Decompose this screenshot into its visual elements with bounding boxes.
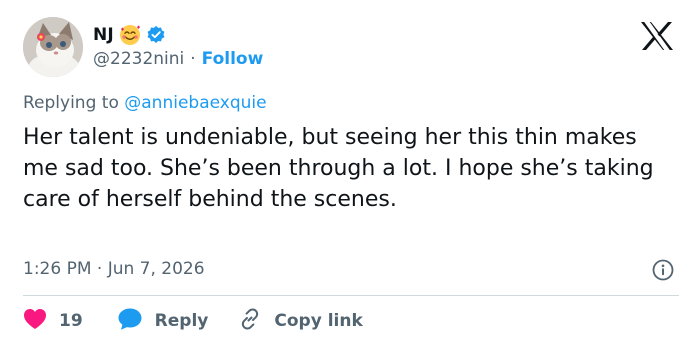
- info-icon[interactable]: [652, 259, 674, 281]
- avatar-image: [23, 17, 83, 77]
- follow-button[interactable]: Follow: [202, 48, 264, 70]
- heart-icon: [23, 308, 47, 335]
- like-count: 19: [59, 311, 83, 331]
- x-logo-icon[interactable]: [640, 21, 674, 51]
- tweet-text: Her talent is undeniable, but seeing her…: [23, 125, 654, 212]
- like-button[interactable]: 19: [23, 308, 83, 335]
- reply-context-prefix: Replying to: [23, 93, 119, 113]
- link-icon: [238, 307, 262, 336]
- reply-bubble-icon: [117, 307, 143, 336]
- reply-button[interactable]: Reply: [117, 307, 209, 336]
- tweet-timestamp[interactable]: 1:26 PM · Jun 7, 2026: [23, 258, 205, 280]
- reply-context: Replying to @anniebaexquie: [23, 92, 267, 114]
- copy-link-label: Copy link: [274, 311, 363, 331]
- reply-label: Reply: [154, 311, 209, 331]
- verified-badge-icon: [146, 25, 166, 45]
- action-bar: 19 Reply Copy link: [23, 307, 363, 335]
- author-handle-row: @2232nini · Follow: [93, 48, 263, 70]
- reply-context-handle[interactable]: @anniebaexquie: [124, 93, 266, 113]
- author-display-name[interactable]: NJ: [93, 25, 114, 45]
- separator-dot: ·: [190, 49, 196, 69]
- smiling-face-with-hearts-icon: [119, 24, 141, 46]
- divider: [23, 295, 679, 296]
- author-name-row: NJ: [93, 21, 166, 49]
- avatar[interactable]: [23, 17, 83, 77]
- author-handle[interactable]: @2232nini: [93, 48, 184, 70]
- tweet-card: NJ @2232nini · Follow Replying to @annie…: [0, 0, 700, 348]
- copy-link-button[interactable]: Copy link: [238, 307, 363, 336]
